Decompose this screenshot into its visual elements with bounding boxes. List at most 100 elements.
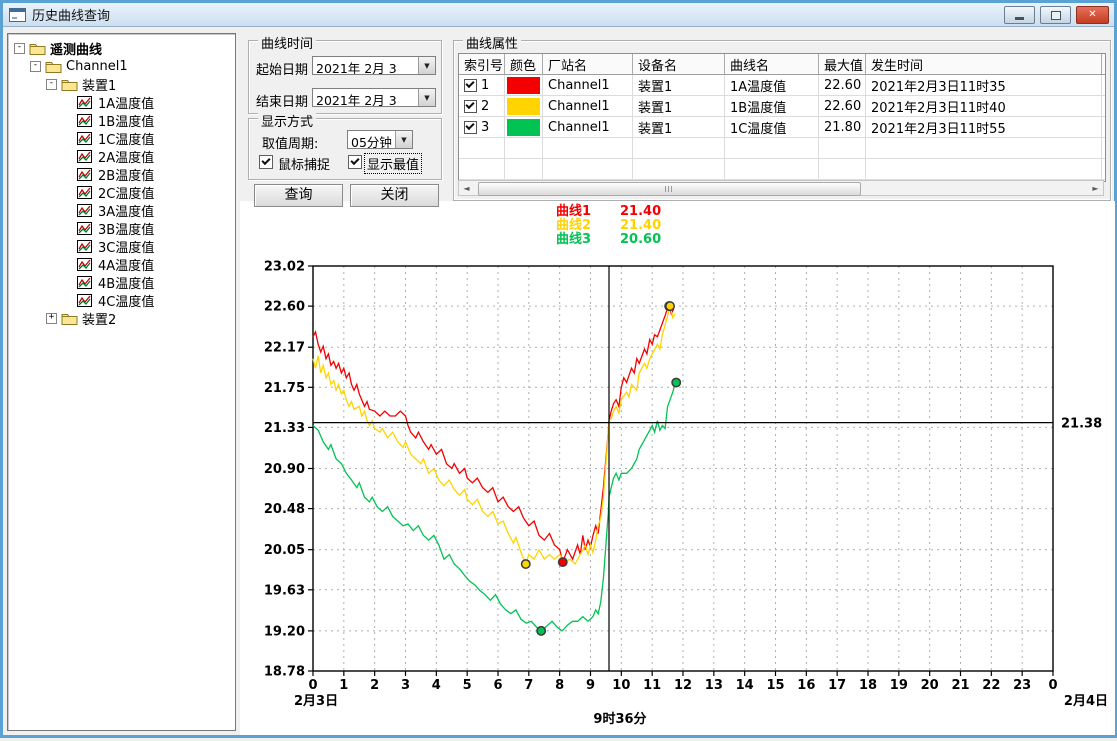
tree-item-label: 2A温度值: [98, 147, 154, 166]
collapse-toggle-icon[interactable]: -: [30, 61, 41, 72]
tree-item-label: Channel1: [66, 59, 128, 74]
tree-item-1A温度值[interactable]: 1A温度值: [8, 93, 235, 111]
legend-value: 21.40: [620, 219, 661, 233]
scrollbar-thumb[interactable]: [478, 182, 861, 196]
telemetry-curve-tree[interactable]: -遥测曲线-Channel1-装置11A温度值1B温度值1C温度值2A温度值2B…: [7, 33, 236, 731]
query-button[interactable]: 查询: [254, 184, 343, 207]
tree-item-label: 1B温度值: [98, 111, 154, 130]
tree-item-label: 装置2: [82, 309, 116, 328]
maximize-button[interactable]: [1040, 6, 1071, 24]
collapse-toggle-icon[interactable]: -: [46, 79, 57, 90]
scroll-left-icon[interactable]: ◄: [459, 181, 474, 195]
close-dialog-button[interactable]: 关闭: [350, 184, 439, 207]
x-axis-tick-label: 6: [493, 678, 502, 693]
tree-item-label: 1A温度值: [98, 93, 154, 112]
tree-item-Channel1[interactable]: - Channel1: [8, 57, 235, 75]
tree-item-1C温度值[interactable]: 1C温度值: [8, 129, 235, 147]
column-header: 曲线名: [725, 54, 819, 74]
tree-item-label: 遥测曲线: [50, 39, 102, 58]
x-axis-tick-label: 0: [1048, 678, 1057, 693]
scrollbar-track[interactable]: [474, 181, 1088, 195]
tree-item-4A温度值[interactable]: 4A温度值: [8, 255, 235, 273]
end-date-value: 2021年 2月 3: [313, 89, 418, 106]
minimize-button[interactable]: [1004, 6, 1035, 24]
folder-icon: [61, 312, 78, 325]
extreme-marker: [559, 558, 567, 566]
x-axis-tick-label: 13: [705, 678, 723, 693]
table-row[interactable]: 1Channel1装置11A温度值22.602021年2月3日11时35: [459, 75, 1105, 96]
station-cell: Channel1: [543, 117, 633, 137]
curve-icon: [77, 114, 94, 127]
curve-visible-checkbox[interactable]: [464, 100, 477, 113]
tree-item-3C温度值[interactable]: 3C温度值: [8, 237, 235, 255]
close-icon: ✕: [1088, 10, 1096, 20]
empty-cell: [725, 138, 819, 158]
start-date-combobox[interactable]: 2021年 2月 3 ▼: [312, 56, 436, 75]
column-header: 颜色: [505, 54, 543, 74]
x-axis-tick-label: 10: [612, 678, 630, 693]
curve-曲线1: [313, 306, 674, 562]
collapse-toggle-icon[interactable]: -: [14, 43, 25, 54]
x-axis-tick-label: 19: [890, 678, 908, 693]
tree-item-1B温度值[interactable]: 1B温度值: [8, 111, 235, 129]
tree-item-装置1[interactable]: -装置1: [8, 75, 235, 93]
chevron-down-icon[interactable]: ▼: [418, 57, 435, 74]
curve-visible-checkbox[interactable]: [464, 121, 477, 134]
tree-item-遥测曲线[interactable]: - 遥测曲线: [8, 39, 235, 57]
column-header: 厂站名: [543, 54, 633, 74]
table-row[interactable]: 2Channel1装置11B温度值22.602021年2月3日11时40: [459, 96, 1105, 117]
curve-曲线3: [313, 383, 678, 631]
color-cell: [505, 75, 543, 95]
minimize-icon: [1015, 17, 1024, 20]
x-axis-tick-label: 8: [555, 678, 564, 693]
period-combobox[interactable]: 05分钟 ▼: [347, 130, 413, 149]
max-value-cell: 22.60: [819, 96, 866, 116]
x-axis-tick-label: 17: [828, 678, 846, 693]
legend-value: 20.60: [620, 233, 661, 247]
curve-visible-checkbox[interactable]: [464, 79, 477, 92]
tree-item-2C温度值[interactable]: 2C温度值: [8, 183, 235, 201]
title-bar[interactable]: 历史曲线查询: [3, 3, 1114, 27]
extreme-marker: [522, 560, 530, 568]
tree-item-label: 3C温度值: [98, 237, 154, 256]
empty-cell: [505, 138, 543, 158]
color-cell: [505, 117, 543, 137]
end-date-combobox[interactable]: 2021年 2月 3 ▼: [312, 88, 436, 107]
tree-item-3B温度值[interactable]: 3B温度值: [8, 219, 235, 237]
curve-legend: 曲线121.40曲线221.40曲线320.60: [556, 205, 661, 247]
show-extremes-checkbox[interactable]: [348, 155, 362, 169]
expand-toggle-icon[interactable]: +: [46, 313, 57, 324]
x-axis-tick-label: 9: [586, 678, 595, 693]
tree-item-2B温度值[interactable]: 2B温度值: [8, 165, 235, 183]
curve-icon: [77, 168, 94, 181]
tree-item-2A温度值[interactable]: 2A温度值: [8, 147, 235, 165]
chevron-down-icon[interactable]: ▼: [395, 131, 412, 148]
y-axis-tick-label: 19.20: [264, 624, 305, 639]
empty-cell: [866, 159, 1102, 179]
mouse-capture-checkbox[interactable]: [259, 155, 273, 169]
curve-icon: [77, 222, 94, 235]
station-cell: Channel1: [543, 75, 633, 95]
extreme-marker: [666, 302, 674, 310]
close-button[interactable]: ✕: [1076, 6, 1109, 24]
table-empty-row: [459, 159, 1105, 180]
chevron-down-icon[interactable]: ▼: [418, 89, 435, 106]
tree-item-装置2[interactable]: + 装置2: [8, 309, 235, 327]
curve-name-cell: 1C温度值: [725, 117, 819, 137]
table-empty-row: [459, 138, 1105, 159]
tree-item-4C温度值[interactable]: 4C温度值: [8, 291, 235, 309]
tree-item-4B温度值[interactable]: 4B温度值: [8, 273, 235, 291]
curve-chart[interactable]: 23.0222.6022.1721.7521.3320.9020.4820.05…: [258, 246, 1117, 741]
maximize-icon: [1051, 11, 1061, 20]
x-axis-tick-label: 1: [339, 678, 348, 693]
scroll-right-icon[interactable]: ►: [1088, 181, 1103, 195]
y-axis-tick-label: 21.75: [264, 381, 305, 396]
empty-cell: [459, 138, 505, 158]
table-row[interactable]: 3Channel1装置11C温度值21.802021年2月3日11时55: [459, 117, 1105, 138]
curve-time-group-title: 曲线时间: [258, 33, 316, 52]
y-axis-tick-label: 22.17: [264, 341, 305, 356]
table-horizontal-scrollbar[interactable]: ◄ ►: [458, 180, 1104, 196]
start-date-value: 2021年 2月 3: [313, 57, 418, 74]
extreme-marker: [672, 378, 680, 386]
tree-item-3A温度值[interactable]: 3A温度值: [8, 201, 235, 219]
